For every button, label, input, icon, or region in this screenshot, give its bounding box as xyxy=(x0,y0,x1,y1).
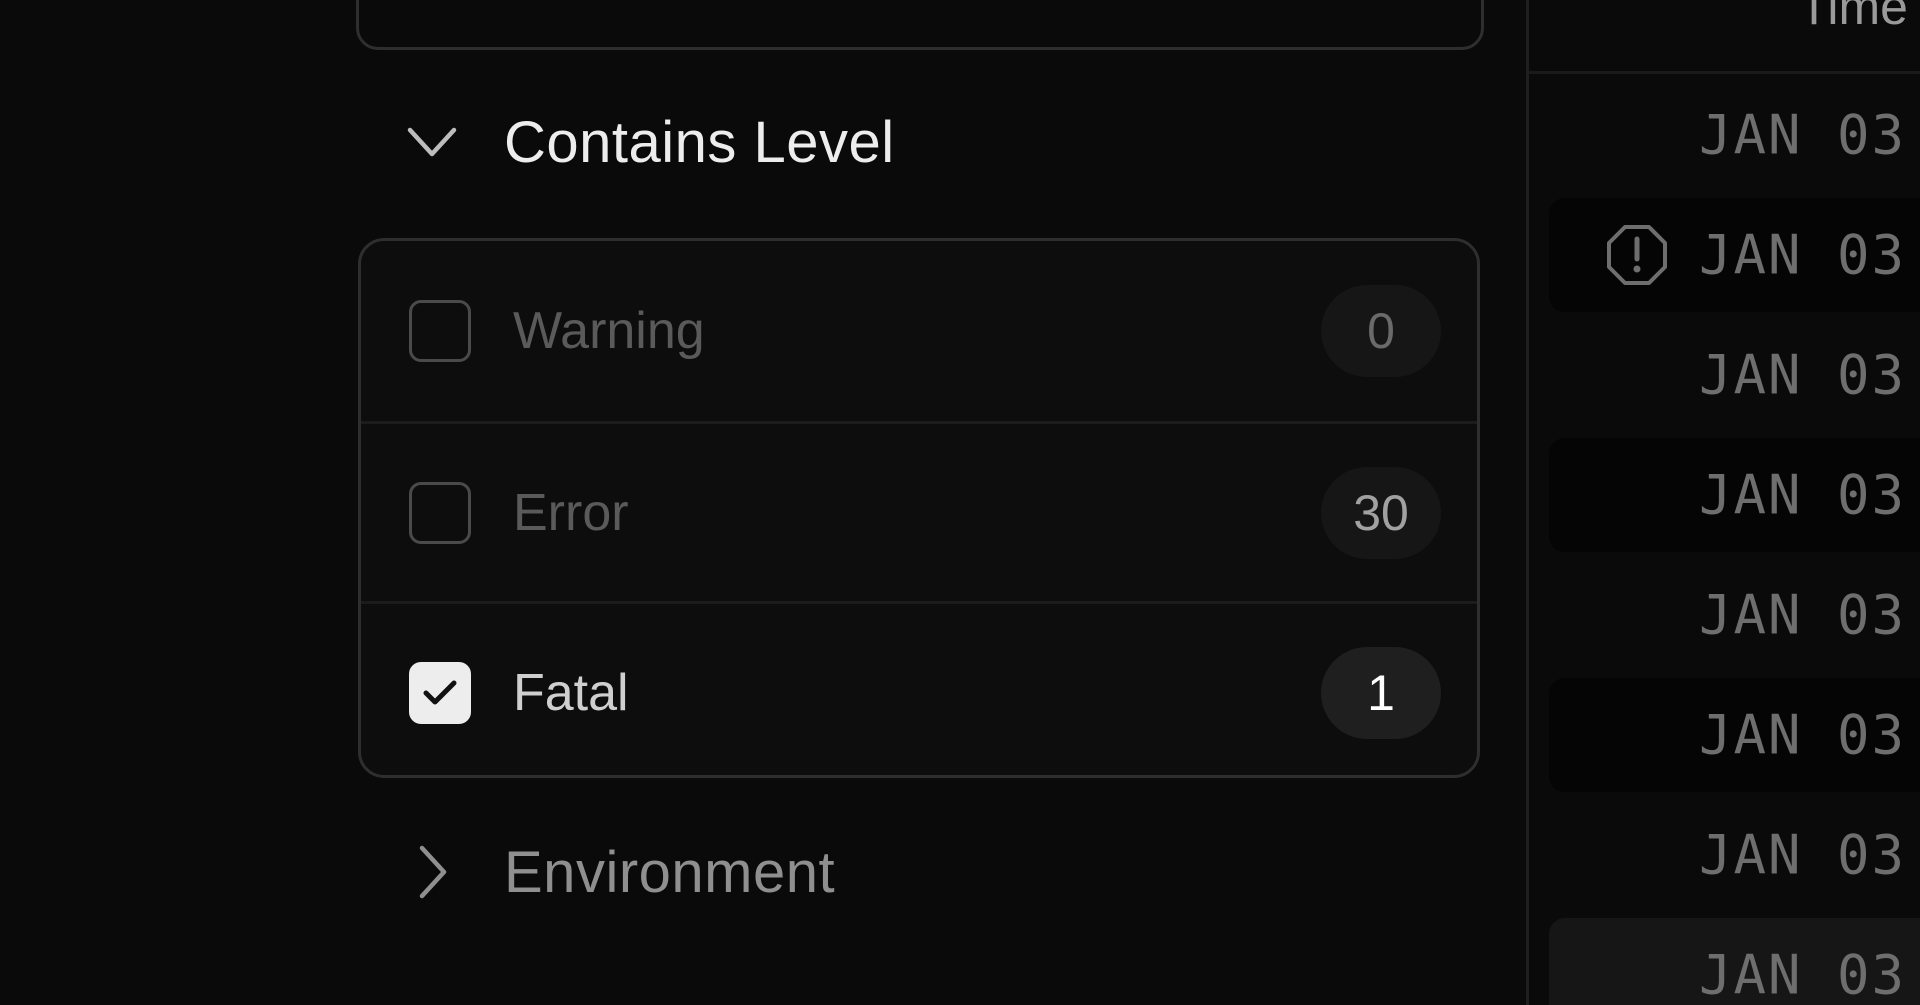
timeline-date: JAN 03 xyxy=(1699,103,1907,167)
timeline-row[interactable]: JAN 03 xyxy=(1549,918,1920,1005)
chevron-down-icon xyxy=(400,110,464,174)
fatal-checkbox[interactable] xyxy=(409,661,471,724)
timeline-date: JAN 03 xyxy=(1699,463,1907,527)
timeline-row[interactable]: JAN 03 xyxy=(1549,438,1920,552)
level-options-list: Warning 0 Error 30 Fatal 1 xyxy=(358,238,1480,778)
timeline-row[interactable]: JAN 03 xyxy=(1549,558,1920,672)
warning-octagon-icon xyxy=(1607,225,1667,285)
warning-count-badge: 0 xyxy=(1321,285,1441,377)
time-column-label: Time xyxy=(1798,0,1908,35)
checkmark-icon xyxy=(423,680,457,704)
timeline-date: JAN 03 xyxy=(1699,703,1907,767)
environment-title: Environment xyxy=(504,839,836,905)
error-count-badge: 30 xyxy=(1321,466,1441,559)
level-option-warning[interactable]: Warning 0 xyxy=(361,241,1477,421)
left-sidebar-area xyxy=(0,0,356,1005)
error-label: Error xyxy=(513,483,629,542)
level-option-error[interactable]: Error 30 xyxy=(361,421,1477,601)
level-option-fatal[interactable]: Fatal 1 xyxy=(361,601,1477,775)
previous-filter-section-box xyxy=(356,0,1484,50)
timeline-date: JAN 03 xyxy=(1699,823,1907,887)
timeline-row[interactable]: JAN 03 xyxy=(1549,318,1920,432)
timeline-row[interactable]: JAN 03 xyxy=(1549,678,1920,792)
fatal-count-badge: 1 xyxy=(1321,646,1441,739)
contains-level-title: Contains Level xyxy=(504,109,895,175)
timeline-row[interactable]: JAN 03 xyxy=(1549,198,1920,312)
timeline-date: JAN 03 xyxy=(1699,943,1907,1005)
error-checkbox[interactable] xyxy=(409,481,471,544)
warning-checkbox[interactable] xyxy=(409,300,471,362)
timeline-date: JAN 03 xyxy=(1699,343,1907,407)
environment-header[interactable]: Environment xyxy=(400,830,835,914)
page: Contains Level Warning 0 Error 30 Fatal … xyxy=(0,0,1920,1005)
timeline-row[interactable]: JAN 03 xyxy=(1549,798,1920,912)
fatal-label: Fatal xyxy=(513,663,629,722)
timeline-date: JAN 03 xyxy=(1699,223,1907,287)
warning-label: Warning xyxy=(513,302,705,360)
contains-level-header[interactable]: Contains Level xyxy=(400,100,895,184)
timeline-panel: Time JAN 03 JAN 03 JAN 03 JAN 03 JAN 03 … xyxy=(1529,0,1920,1005)
time-column-header[interactable]: Time xyxy=(1529,0,1920,74)
chevron-right-icon xyxy=(400,840,464,904)
timeline-row[interactable]: JAN 03 xyxy=(1549,78,1920,192)
timeline-date: JAN 03 xyxy=(1699,583,1907,647)
